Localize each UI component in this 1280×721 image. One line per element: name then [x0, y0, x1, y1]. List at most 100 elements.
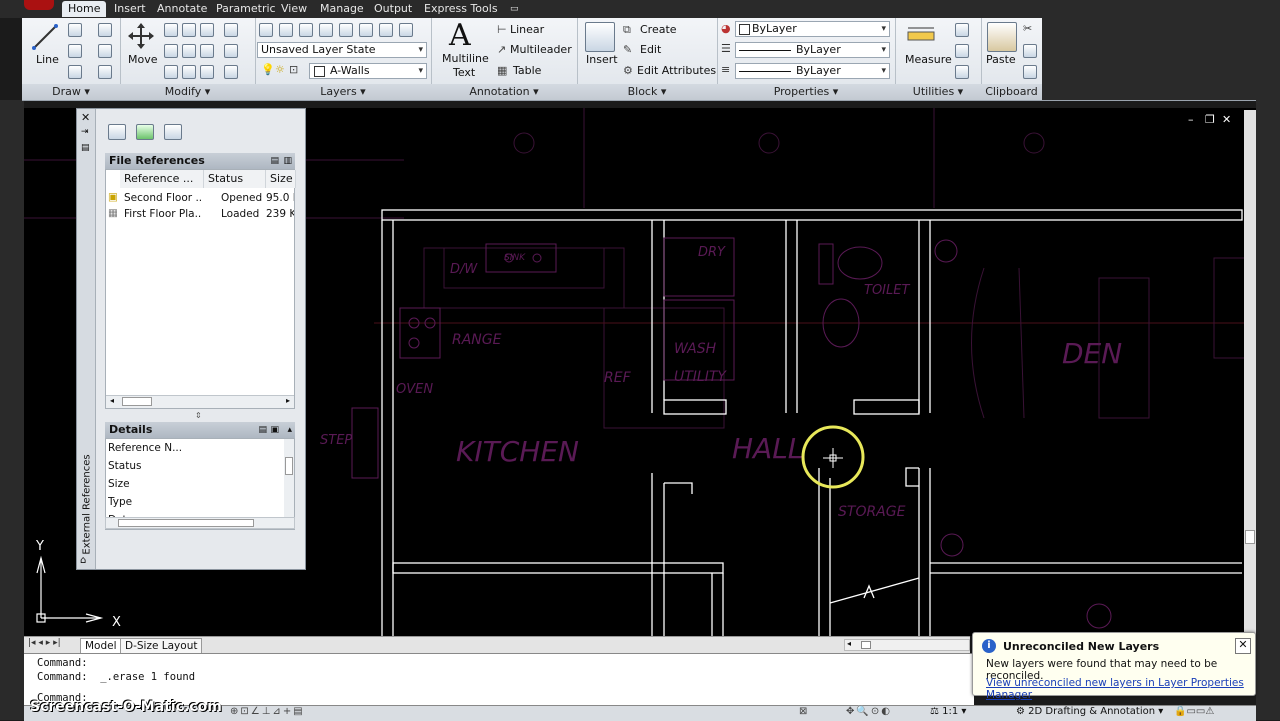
- move-icon[interactable]: [128, 22, 154, 50]
- lineweight-dropdown[interactable]: ByLayer: [735, 42, 890, 58]
- drawing-hscroll-thumb[interactable]: [861, 641, 871, 649]
- layers-panel-title[interactable]: Layers: [320, 85, 356, 98]
- properties-panel-title[interactable]: Properties: [774, 85, 830, 98]
- edit-attributes-label[interactable]: Edit Attributes: [637, 64, 716, 77]
- drawing-horizontal-scrollbar[interactable]: ◂: [844, 639, 970, 651]
- tab-output[interactable]: Output: [368, 1, 418, 17]
- mirror-icon[interactable]: [182, 44, 196, 58]
- vertical-scroll-thumb[interactable]: [1245, 530, 1255, 544]
- navigation-tools-icons[interactable]: ✥🔍⊙◐: [846, 706, 892, 717]
- create-block-icon[interactable]: ⧉: [623, 23, 631, 37]
- viewport-minimize-icon[interactable]: –: [1188, 113, 1194, 126]
- color-dropdown[interactable]: ByLayer: [735, 21, 890, 37]
- reference-row[interactable]: ▣ Second Floor ... Opened 95.0 K: [106, 190, 294, 206]
- tab-manage[interactable]: Manage: [314, 1, 370, 17]
- rectangle-icon[interactable]: [98, 23, 112, 37]
- offset-icon[interactable]: [224, 44, 238, 58]
- reference-row[interactable]: ▦ First Floor Pla... Loaded 239 KE: [106, 206, 294, 222]
- fillet-icon[interactable]: [200, 44, 214, 58]
- clipboard-panel-title[interactable]: Clipboard: [985, 85, 1038, 98]
- tab-model[interactable]: Model: [80, 638, 122, 654]
- tab-insert[interactable]: Insert: [108, 1, 152, 17]
- annotation-scale[interactable]: ⚖ 1:1 ▾: [930, 706, 966, 717]
- palette-autohide-icon[interactable]: ⇥: [81, 127, 89, 137]
- details-scroll-thumb[interactable]: [285, 457, 293, 475]
- layer-previous-icon[interactable]: [379, 23, 393, 37]
- tab-home[interactable]: Home: [62, 1, 107, 17]
- linear-dimension-icon[interactable]: ⊢: [497, 23, 507, 36]
- linear-dimension-label[interactable]: Linear: [510, 23, 544, 36]
- explode-icon[interactable]: [224, 23, 238, 37]
- viewport-restore-icon[interactable]: ❐: [1205, 113, 1215, 126]
- details-hscroll-thumb[interactable]: [118, 519, 254, 527]
- tab-view[interactable]: View: [275, 1, 313, 17]
- lightbulb-icon[interactable]: 💡: [261, 63, 275, 76]
- quick-select-icon[interactable]: [955, 23, 969, 37]
- viewport-close-icon[interactable]: ✕: [1222, 113, 1231, 126]
- horizontal-scrollbar[interactable]: ◂ ▸: [106, 395, 294, 408]
- rotate-icon[interactable]: [164, 23, 178, 37]
- multileader-icon[interactable]: ↗: [497, 43, 506, 56]
- tab-annotate[interactable]: Annotate: [151, 1, 213, 17]
- edit-block-icon[interactable]: ✎: [623, 43, 632, 56]
- tab-express-tools[interactable]: Express Tools: [418, 1, 504, 17]
- unlock-icon[interactable]: ⊡: [289, 63, 298, 76]
- refresh-icon[interactable]: [136, 124, 154, 140]
- multiline-text-icon[interactable]: A: [449, 18, 471, 53]
- palette-menu-icon[interactable]: ⌂: [80, 555, 86, 566]
- preview-view-icon[interactable]: ▣: [270, 422, 279, 438]
- edit-attributes-icon[interactable]: ⚙: [623, 64, 633, 77]
- erase-icon[interactable]: [200, 23, 214, 37]
- notification-link[interactable]: View unreconciled new layers in Layer Pr…: [986, 677, 1255, 701]
- cut-icon[interactable]: ✂: [1023, 22, 1032, 35]
- annotation-panel-title[interactable]: Annotation: [469, 85, 529, 98]
- layer-walk-icon[interactable]: [399, 23, 413, 37]
- match-properties-icon[interactable]: [1023, 65, 1037, 79]
- insert-block-label[interactable]: Insert: [586, 53, 618, 66]
- stretch-icon[interactable]: [164, 65, 178, 79]
- hscroll-left-icon[interactable]: ◂: [847, 639, 851, 648]
- splitter-handle-icon[interactable]: ⇕: [195, 411, 202, 420]
- layer-state-dropdown[interactable]: Unsaved Layer State: [257, 42, 427, 58]
- region-icon[interactable]: [98, 65, 112, 79]
- draw-panel-title[interactable]: Draw: [52, 85, 81, 98]
- polyline-icon[interactable]: [68, 23, 82, 37]
- model-space-icon[interactable]: ⊠: [799, 706, 807, 717]
- application-menu-button[interactable]: [24, 0, 54, 10]
- palette-close-icon[interactable]: ✕: [81, 111, 90, 124]
- linetype-dropdown[interactable]: ByLayer: [735, 63, 890, 79]
- hatch-icon[interactable]: [98, 44, 112, 58]
- calculator-icon[interactable]: [955, 65, 969, 79]
- measure-label[interactable]: Measure: [905, 53, 952, 66]
- attach-reference-icon[interactable]: [108, 124, 126, 140]
- scroll-right-icon[interactable]: ▸: [286, 396, 290, 405]
- layer-isolate-icon[interactable]: [299, 23, 313, 37]
- collapse-details-icon[interactable]: ▴: [287, 422, 292, 438]
- layer-off-icon[interactable]: [279, 23, 293, 37]
- drafting-toggles-icons[interactable]: ⊕⊡∠⊥⊿+▤: [230, 706, 305, 717]
- edit-block-label[interactable]: Edit: [640, 43, 661, 56]
- layer-properties-icon[interactable]: [259, 23, 273, 37]
- layout-nav-arrows-icon[interactable]: |◂ ◂ ▸ ▸|: [28, 638, 61, 648]
- line-button-label[interactable]: Line: [36, 53, 59, 66]
- arc-icon[interactable]: [68, 65, 82, 79]
- column-header-size[interactable]: Size: [266, 170, 296, 188]
- measure-icon[interactable]: [907, 24, 935, 48]
- copy-clip-icon[interactable]: [1023, 44, 1037, 58]
- layer-freeze-icon[interactable]: [319, 23, 333, 37]
- create-block-label[interactable]: Create: [640, 23, 677, 36]
- help-icon[interactable]: [164, 124, 182, 140]
- multileader-label[interactable]: Multileader: [510, 43, 572, 56]
- notification-close-button[interactable]: ✕: [1235, 638, 1251, 654]
- scale-icon[interactable]: [182, 65, 196, 79]
- insert-block-icon[interactable]: [585, 22, 615, 52]
- block-panel-title[interactable]: Block: [628, 85, 658, 98]
- modify-panel-title[interactable]: Modify: [165, 85, 201, 98]
- table-label[interactable]: Table: [513, 64, 541, 77]
- trim-icon[interactable]: [182, 23, 196, 37]
- details-view-icon[interactable]: ▤: [258, 422, 267, 438]
- multiline-text-label-1[interactable]: Multiline: [442, 52, 489, 65]
- id-point-icon[interactable]: [955, 44, 969, 58]
- palette-properties-icon[interactable]: ▤: [81, 143, 90, 153]
- move-button-label[interactable]: Move: [128, 53, 158, 66]
